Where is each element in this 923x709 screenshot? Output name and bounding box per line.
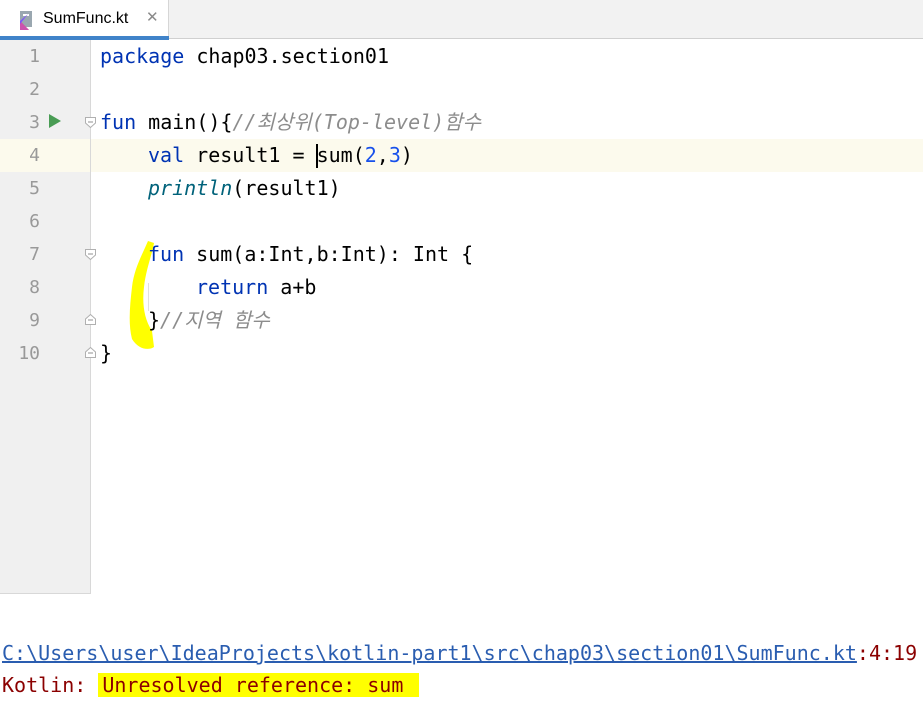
line-number: 6: [29, 211, 40, 232]
current-line-highlight: [0, 139, 923, 172]
line-number: 10: [18, 343, 40, 364]
line-number: 2: [29, 79, 40, 100]
kotlin-file-icon: [20, 11, 32, 30]
fold-close-icon[interactable]: [85, 314, 96, 325]
code-editor[interactable]: 1 2 3 4 5 6 7 8 9 10 package chap03.sect…: [0, 40, 923, 594]
error-message: Unresolved reference: sum: [98, 673, 420, 697]
build-output-console: C:\Users\user\IdeaProjects\kotlin-part1\…: [0, 595, 923, 709]
code-line: println(result1): [148, 176, 341, 200]
line-number: 4: [29, 145, 40, 166]
error-location: C:\Users\user\IdeaProjects\kotlin-part1\…: [2, 640, 917, 666]
error-position: :4:19: [856, 641, 918, 665]
error-line: Kotlin: Unresolved reference: sum: [2, 672, 420, 698]
line-number: 5: [29, 178, 40, 199]
fold-open-icon[interactable]: [85, 117, 96, 128]
editor-gutter: 1 2 3 4 5 6 7 8 9 10: [0, 40, 96, 594]
code-line: package chap03.section01: [100, 44, 389, 68]
text-caret: [316, 144, 318, 168]
line-number: 3: [29, 112, 40, 133]
code-line: fun main(){//최상위(Top-level)함수: [100, 110, 481, 134]
tab-sumfunc[interactable]: SumFunc.kt ✕: [0, 0, 169, 40]
editor-tab-bar: SumFunc.kt ✕: [0, 0, 923, 40]
line-number: 8: [29, 277, 40, 298]
code-line: val result1 = sum(2,3): [148, 143, 413, 167]
code-line: }//지역 함수: [148, 308, 270, 332]
tab-filename: SumFunc.kt: [43, 10, 129, 27]
code-line: return a+b: [196, 275, 317, 299]
run-icon[interactable]: [49, 114, 61, 128]
code-line: }: [100, 341, 113, 365]
code-line: fun sum(a:Int,b:Int): Int {: [148, 242, 474, 266]
line-number: 9: [29, 310, 40, 331]
line-number: 7: [29, 244, 40, 265]
error-prefix: Kotlin:: [2, 673, 99, 697]
file-path-link[interactable]: C:\Users\user\IdeaProjects\kotlin-part1\…: [2, 641, 857, 665]
line-number: 1: [29, 46, 40, 67]
fold-close-icon[interactable]: [85, 347, 96, 358]
close-icon[interactable]: ✕: [146, 8, 159, 26]
fold-open-icon[interactable]: [85, 249, 96, 260]
